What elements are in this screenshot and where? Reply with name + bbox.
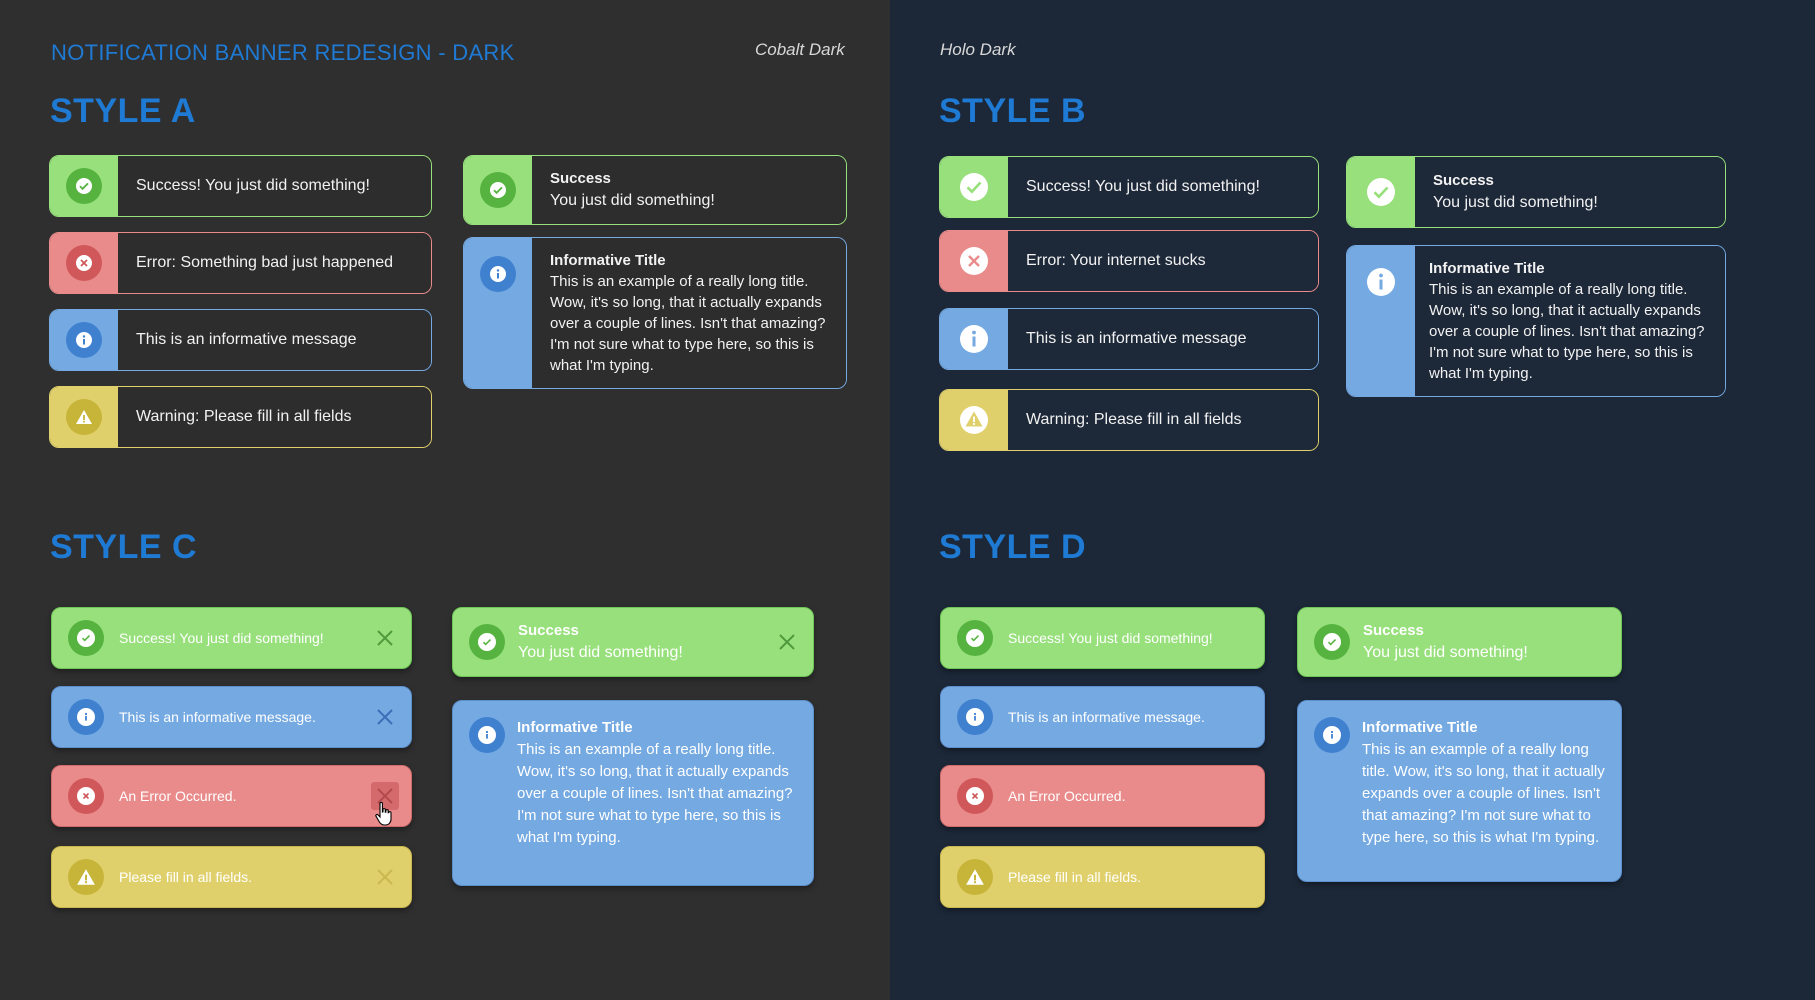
style-a-error-banner: Error: Something bad just happened xyxy=(49,232,432,294)
banner-message: You just did something! xyxy=(518,644,683,661)
banner-title: Informative Title xyxy=(1429,260,1545,277)
banner-message: Please fill in all fields. xyxy=(1008,869,1142,885)
style-b-warning-banner: Warning: Please fill in all fields xyxy=(939,389,1319,451)
banner-message: Warning: Please fill in all fields xyxy=(118,387,431,447)
banner-message: You just did something! xyxy=(1363,644,1528,661)
style-d-heading: STYLE D xyxy=(939,528,1087,566)
style-a-heading: STYLE A xyxy=(50,92,196,130)
page-title: NOTIFICATION BANNER REDESIGN - DARK xyxy=(51,40,515,65)
close-icon[interactable] xyxy=(371,863,399,891)
banner-message: This is an informative message. xyxy=(1008,709,1205,725)
check-icon xyxy=(66,168,102,204)
banner-title: Success xyxy=(1363,622,1424,639)
banner-message: This is an informative message. xyxy=(119,709,316,725)
check-icon xyxy=(1314,624,1350,660)
banner-title: Informative Title xyxy=(550,252,666,269)
warning-icon xyxy=(68,859,104,895)
style-d-success-banner: Success! You just did something! xyxy=(940,607,1265,669)
banner-message: Please fill in all fields. xyxy=(119,869,253,885)
banner-title: Success xyxy=(550,170,611,187)
style-c-heading: STYLE C xyxy=(50,528,198,566)
banner-message: This is an example of a really long titl… xyxy=(550,273,826,374)
style-b-success-banner: Success! You just did something! xyxy=(939,156,1319,218)
banner-message: This is an informative message xyxy=(1008,309,1318,369)
banner-message: Error: Something bad just happened xyxy=(118,233,431,293)
banner-message: This is an example of a really long titl… xyxy=(1429,281,1705,382)
info-icon xyxy=(68,699,104,735)
close-icon[interactable] xyxy=(371,703,399,731)
banner-message: This is an example of a really long titl… xyxy=(1362,741,1605,846)
banner-message: Success! You just did something! xyxy=(1008,157,1318,217)
banner-message: Error: Your internet sucks xyxy=(1008,231,1318,291)
style-b-info-title-banner: Informative Title This is an example of … xyxy=(1346,245,1726,397)
warning-icon xyxy=(66,399,102,435)
info-icon xyxy=(469,717,505,753)
banner-message: You just did something! xyxy=(550,192,715,209)
style-d-warning-banner: Please fill in all fields. xyxy=(940,846,1265,908)
cursor-hand-icon xyxy=(373,801,395,832)
banner-message: An Error Occurred. xyxy=(1008,788,1126,804)
error-x-icon xyxy=(68,778,104,814)
style-a-info-banner: This is an informative message xyxy=(49,309,432,371)
banner-message: Success! You just did something! xyxy=(1008,630,1213,646)
info-icon xyxy=(480,256,516,292)
close-icon[interactable] xyxy=(773,628,801,656)
close-icon[interactable] xyxy=(371,624,399,652)
banner-message: This is an informative message xyxy=(118,310,431,370)
holo-dark-panel: Holo Dark STYLE B Success! You just did … xyxy=(890,0,1815,1000)
theme-label-cobalt: Cobalt Dark xyxy=(755,40,845,59)
style-b-heading: STYLE B xyxy=(939,92,1087,130)
info-icon xyxy=(66,322,102,358)
warning-icon xyxy=(956,402,992,438)
check-icon xyxy=(480,172,516,208)
info-icon xyxy=(956,321,992,357)
error-x-icon xyxy=(66,245,102,281)
check-icon xyxy=(68,620,104,656)
style-a-info-title-banner: Informative Title This is an example of … xyxy=(463,237,847,389)
style-b-error-banner: Error: Your internet sucks xyxy=(939,230,1319,292)
error-x-icon xyxy=(957,778,993,814)
banner-message: An Error Occurred. xyxy=(119,788,237,804)
banner-title: Informative Title xyxy=(1362,719,1478,736)
style-a-success-banner: Success! You just did something! xyxy=(49,155,432,217)
info-icon xyxy=(957,699,993,735)
theme-label-holo: Holo Dark xyxy=(940,40,1016,59)
style-d-error-banner: An Error Occurred. xyxy=(940,765,1265,827)
style-d-info-title-banner: Informative Title This is an example of … xyxy=(1297,700,1622,882)
banner-message: You just did something! xyxy=(1433,194,1598,211)
style-d-success-title-banner: Success You just did something! xyxy=(1297,607,1622,677)
warning-icon xyxy=(957,859,993,895)
style-c-warning-banner: Please fill in all fields. xyxy=(51,846,412,908)
style-c-info-title-banner: Informative Title This is an example of … xyxy=(452,700,814,886)
style-c-error-banner: An Error Occurred. xyxy=(51,765,412,827)
banner-message: Success! You just did something! xyxy=(119,630,324,646)
info-icon xyxy=(1314,717,1350,753)
style-b-info-banner: This is an informative message xyxy=(939,308,1319,370)
error-x-icon xyxy=(956,243,992,279)
style-a-warning-banner: Warning: Please fill in all fields xyxy=(49,386,432,448)
style-c-success-banner: Success! You just did something! xyxy=(51,607,412,669)
style-c-success-title-banner: Success You just did something! xyxy=(452,607,814,677)
banner-message: This is an example of a really long titl… xyxy=(517,741,793,846)
banner-title: Success xyxy=(518,622,579,639)
style-a-success-title-banner: Success You just did something! xyxy=(463,155,847,225)
info-icon xyxy=(1363,264,1399,300)
style-b-success-title-banner: Success You just did something! xyxy=(1346,156,1726,228)
check-icon xyxy=(956,169,992,205)
cobalt-dark-panel: NOTIFICATION BANNER REDESIGN - DARK Coba… xyxy=(0,0,890,1000)
check-icon xyxy=(1363,174,1399,210)
check-icon xyxy=(957,620,993,656)
banner-title: Informative Title xyxy=(517,719,633,736)
style-d-info-banner: This is an informative message. xyxy=(940,686,1265,748)
style-c-info-banner: This is an informative message. xyxy=(51,686,412,748)
banner-message: Success! You just did something! xyxy=(118,156,431,216)
check-icon xyxy=(469,624,505,660)
banner-message: Warning: Please fill in all fields xyxy=(1008,390,1318,450)
banner-title: Success xyxy=(1433,172,1494,189)
